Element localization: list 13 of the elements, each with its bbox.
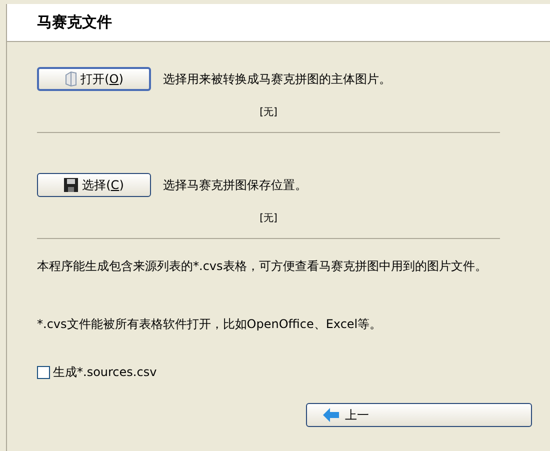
info-text: 本程序能生成包含来源列表的*.cvs表格，可方便查看马赛克拼图中用到的图片文件。 (37, 258, 488, 275)
left-arrow-icon (323, 408, 339, 422)
path-value: [无] (260, 212, 278, 226)
back-button[interactable]: 上一 (306, 403, 532, 427)
file-button[interactable]: 选择(C) (37, 173, 151, 197)
checkbox[interactable] (37, 366, 50, 378)
page-title: 马赛克文件 (37, 12, 112, 34)
path-value: [无] (260, 106, 278, 120)
file-button[interactable]: 打开(O) (37, 67, 151, 91)
checkbox-label: 生成*.sources.csv (53, 364, 157, 381)
info-text: *.cvs文件能被所有表格软件打开，比如OpenOffice、Excel等。 (37, 316, 383, 333)
description-text: 选择马赛克拼图保存位置。 (163, 177, 307, 194)
description-text: 选择用来被转换成马赛克拼图的主体图片。 (163, 71, 391, 88)
